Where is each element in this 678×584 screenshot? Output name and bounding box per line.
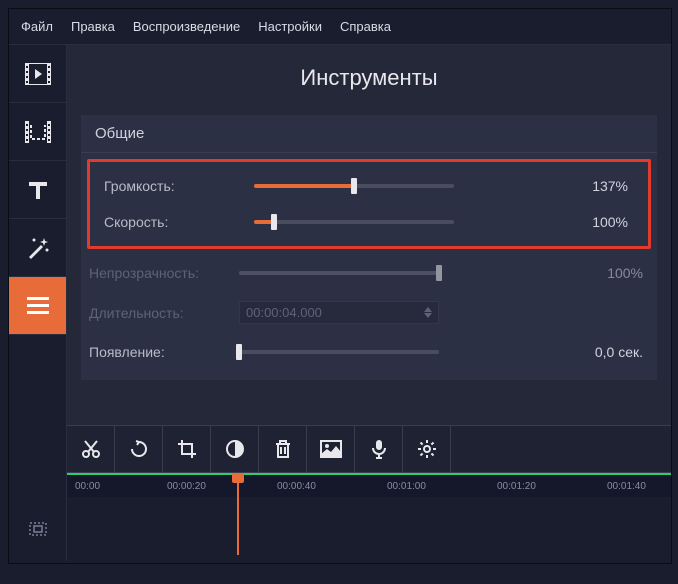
crop-icon: [177, 439, 197, 459]
ruler-tick-5: 00:01:40: [607, 481, 646, 492]
delete-button[interactable]: [259, 426, 307, 472]
sidebar-text[interactable]: [9, 161, 66, 219]
rotate-icon: [129, 439, 149, 459]
duration-input[interactable]: 00:00:04.000: [239, 301, 439, 324]
clip-toolbar: [67, 425, 671, 473]
menu-playback[interactable]: Воспроизведение: [133, 19, 240, 34]
rotate-button[interactable]: [115, 426, 163, 472]
cut-button[interactable]: [67, 426, 115, 472]
image-icon: [320, 440, 342, 458]
panel-header: Общие: [81, 115, 657, 153]
volume-value: 137%: [554, 178, 634, 194]
track-header[interactable]: [9, 497, 67, 561]
ruler-tick-1: 00:00:20: [167, 481, 206, 492]
filmstrip-cut-icon: [25, 121, 51, 143]
opacity-value: 100%: [569, 265, 649, 281]
cpu-icon: [27, 520, 49, 538]
timeline-tracks[interactable]: [67, 497, 671, 561]
text-icon: [27, 179, 49, 201]
ruler-tick-0: 00:00: [75, 481, 100, 492]
speed-row: Скорость: 100%: [96, 204, 642, 240]
volume-label: Громкость:: [104, 178, 244, 194]
app-window: Файл Правка Воспроизведение Настройки Сп…: [8, 8, 672, 564]
sidebar-tools[interactable]: [9, 277, 66, 335]
opacity-row: Непрозрачность: 100%: [81, 255, 657, 291]
volume-slider[interactable]: [254, 184, 454, 188]
duration-label: Длительность:: [89, 305, 229, 321]
duration-row: Длительность: 00:00:04.000: [81, 291, 657, 334]
contrast-icon: [225, 439, 245, 459]
playhead[interactable]: [237, 475, 239, 555]
opacity-label: Непрозрачность:: [89, 265, 229, 281]
appearance-row: Появление: 0,0 сек.: [81, 334, 657, 370]
ruler-tick-2: 00:00:40: [277, 481, 316, 492]
record-button[interactable]: [355, 426, 403, 472]
sidebar-media[interactable]: [9, 45, 66, 103]
sidebar-filters[interactable]: [9, 103, 66, 161]
sidebar: [9, 45, 67, 561]
menu-settings[interactable]: Настройки: [258, 19, 322, 34]
microphone-icon: [372, 439, 386, 459]
trash-icon: [274, 439, 292, 459]
volume-row: Громкость: 137%: [96, 168, 642, 204]
crop-button[interactable]: [163, 426, 211, 472]
general-panel: Общие Громкость: 137% Скорость:: [81, 115, 657, 380]
menubar: Файл Правка Воспроизведение Настройки Сп…: [9, 9, 671, 45]
ruler-tick-4: 00:01:20: [497, 481, 536, 492]
gear-icon: [417, 439, 437, 459]
image-button[interactable]: [307, 426, 355, 472]
opacity-slider[interactable]: [239, 271, 439, 275]
duration-value: 00:00:04.000: [246, 305, 322, 320]
highlight-box: Громкость: 137% Скорость: 100%: [87, 159, 651, 249]
speed-label: Скорость:: [104, 214, 244, 230]
scissors-icon: [81, 439, 101, 459]
menu-edit[interactable]: Правка: [71, 19, 115, 34]
ruler-tick-3: 00:01:00: [387, 481, 426, 492]
menu-lines-icon: [27, 297, 49, 315]
sidebar-effects[interactable]: [9, 219, 66, 277]
speed-value: 100%: [554, 214, 634, 230]
appearance-slider[interactable]: [239, 350, 439, 354]
menu-file[interactable]: Файл: [21, 19, 53, 34]
main-area: Инструменты Общие Громкость: 137% Скорос…: [67, 45, 671, 561]
filmstrip-play-icon: [25, 63, 51, 85]
clip-settings-button[interactable]: [403, 426, 451, 472]
duration-stepper[interactable]: [424, 307, 432, 318]
speed-slider[interactable]: [254, 220, 454, 224]
page-title: Инструменты: [67, 45, 671, 115]
menu-help[interactable]: Справка: [340, 19, 391, 34]
timeline-ruler[interactable]: 00:00 00:00:20 00:00:40 00:01:00 00:01:2…: [67, 473, 671, 497]
appearance-label: Появление:: [89, 344, 229, 360]
appearance-value: 0,0 сек.: [569, 344, 649, 360]
color-button[interactable]: [211, 426, 259, 472]
magic-wand-icon: [26, 236, 50, 260]
